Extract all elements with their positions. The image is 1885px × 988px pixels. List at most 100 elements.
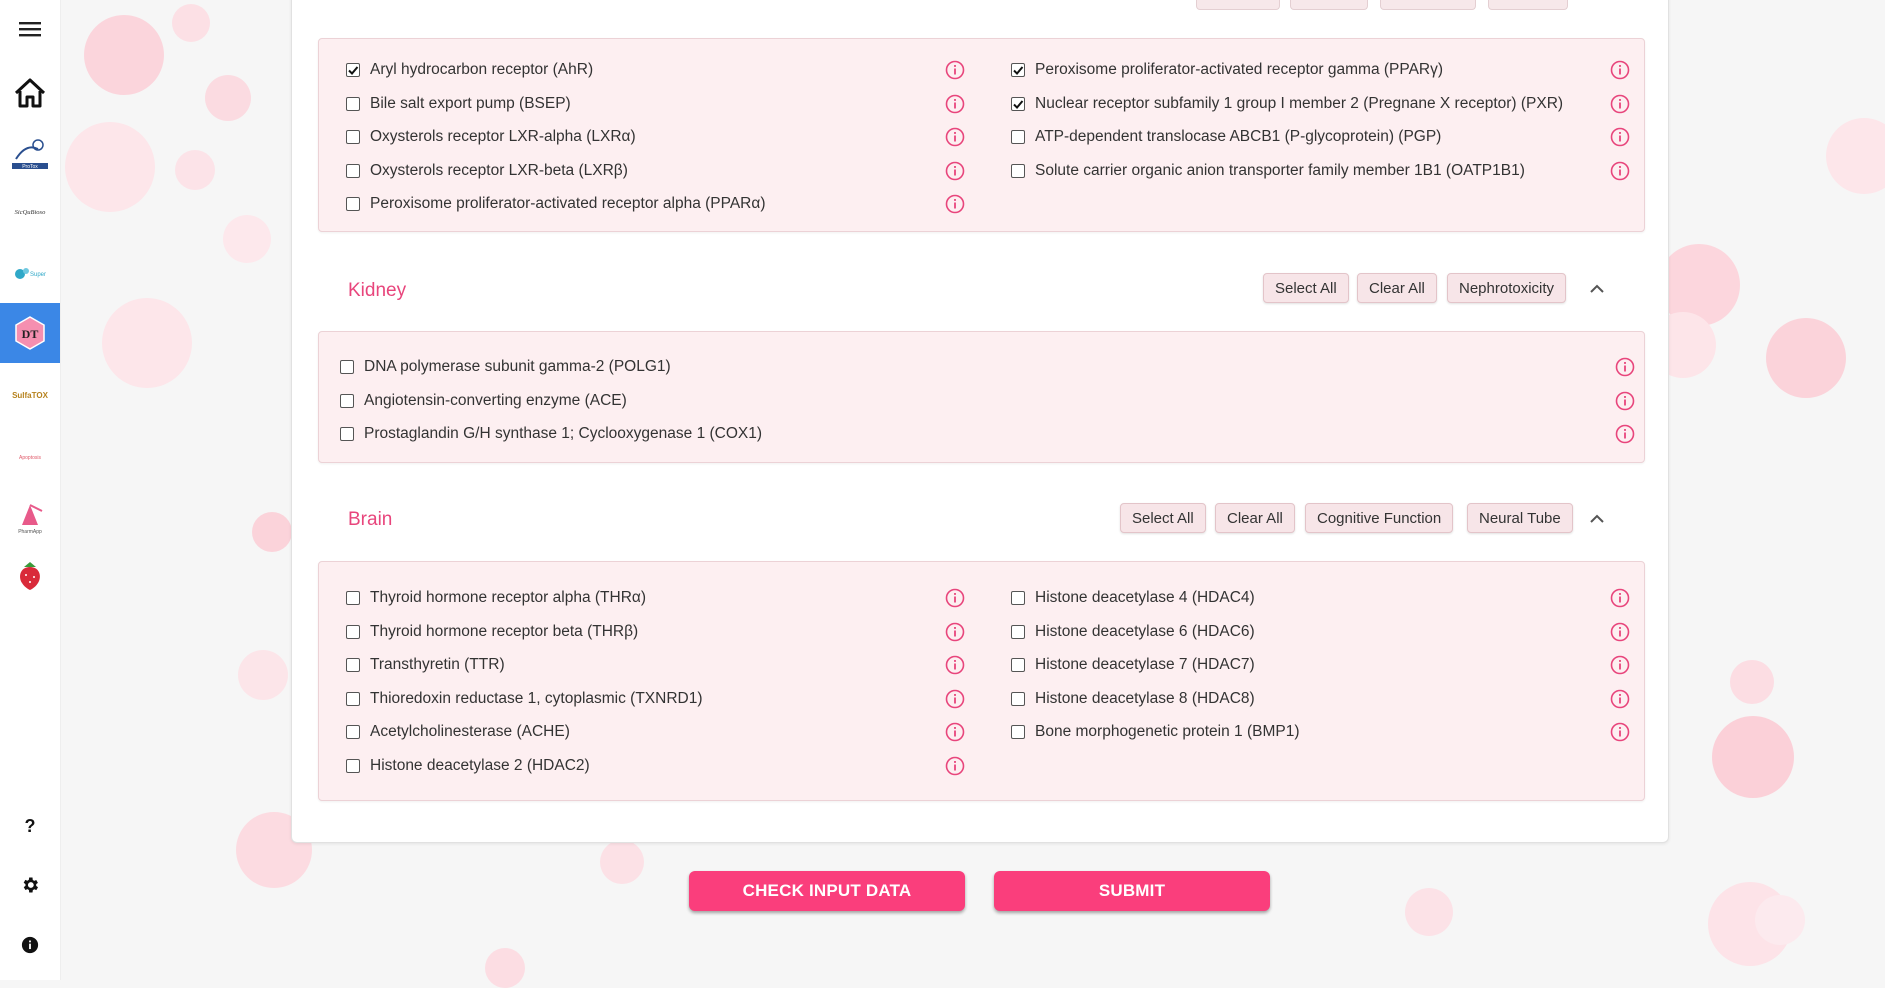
target-checkbox-row[interactable]: Bile salt export pump (BSEP) [346, 92, 571, 116]
neural-tube-button[interactable]: Neural Tube [1467, 503, 1573, 533]
target-checkbox-row[interactable]: Thyroid hormone receptor alpha (THRα) [346, 586, 646, 610]
target-checkbox[interactable] [1011, 163, 1025, 178]
app-logo-1[interactable]: ProTox [0, 126, 60, 184]
target-checkbox[interactable] [346, 130, 360, 144]
brain-collapse-chevron-up-icon[interactable] [1585, 507, 1609, 531]
target-info-icon[interactable] [1614, 390, 1636, 412]
app-logo-5[interactable]: SulfaTOX [0, 366, 60, 424]
target-info-icon[interactable] [944, 755, 966, 777]
nephrotoxicity-button[interactable]: Nephrotoxicity [1447, 273, 1567, 303]
cognitive-function-button[interactable]: Cognitive Function [1305, 503, 1454, 533]
target-info-icon[interactable] [1609, 587, 1631, 609]
help-button[interactable]: ? [0, 797, 60, 855]
target-info-icon[interactable] [1609, 93, 1631, 115]
target-info-icon[interactable] [944, 93, 966, 115]
gear-icon[interactable] [0, 856, 60, 914]
app-logo-8[interactable] [0, 546, 60, 604]
target-checkbox-row[interactable]: Peroxisome proliferator-activated recept… [1011, 58, 1443, 82]
target-checkbox[interactable] [346, 63, 360, 77]
target-checkbox-row[interactable]: Thyroid hormone receptor beta (THRβ) [346, 620, 638, 644]
home-icon[interactable] [0, 64, 60, 122]
target-info-icon[interactable] [1609, 654, 1631, 676]
kidney-section-title: Kidney [348, 280, 407, 301]
target-checkbox-row[interactable]: Histone deacetylase 2 (HDAC2) [346, 754, 590, 778]
target-checkbox-row[interactable]: Prostaglandin G/H synthase 1; Cyclooxyge… [340, 422, 762, 446]
app-logo-3[interactable]: Super [0, 245, 60, 303]
target-info-icon[interactable] [944, 193, 966, 215]
target-checkbox-row[interactable]: Angiotensin-converting enzyme (ACE) [340, 389, 627, 413]
target-info-icon[interactable] [944, 160, 966, 182]
target-info-icon[interactable] [1609, 688, 1631, 710]
target-checkbox[interactable] [1011, 691, 1025, 706]
app-logo-6[interactable]: Apoptosis [0, 428, 60, 486]
target-checkbox-row[interactable]: ATP-dependent translocase ABCB1 (P-glyco… [1011, 125, 1441, 149]
target-info-icon[interactable] [944, 59, 966, 81]
target-checkbox[interactable] [1011, 96, 1025, 111]
target-checkbox[interactable] [340, 393, 354, 408]
target-info-icon[interactable] [1609, 59, 1631, 81]
target-checkbox[interactable] [1011, 658, 1025, 672]
target-info-icon[interactable] [944, 688, 966, 710]
target-checkbox-row[interactable]: Oxysterols receptor LXR-alpha (LXRα) [346, 125, 636, 149]
partial-header-button[interactable] [1196, 0, 1280, 10]
app-logo-7[interactable]: PharmApp [0, 488, 60, 546]
hamburger-menu-icon[interactable] [0, 0, 60, 58]
target-checkbox[interactable] [346, 658, 360, 672]
partial-header-button[interactable] [1290, 0, 1368, 10]
app-logo-4[interactable]: DT [0, 303, 60, 363]
target-checkbox[interactable] [340, 427, 354, 441]
target-checkbox[interactable] [346, 163, 360, 178]
target-info-icon[interactable] [1609, 126, 1631, 148]
target-checkbox-row[interactable]: Histone deacetylase 4 (HDAC4) [1011, 586, 1255, 610]
target-checkbox-row[interactable]: Nuclear receptor subfamily 1 group I mem… [1011, 92, 1563, 116]
target-info-icon[interactable] [944, 587, 966, 609]
target-checkbox[interactable] [346, 758, 360, 773]
target-checkbox-row[interactable]: Oxysterols receptor LXR-beta (LXRβ) [346, 159, 628, 183]
target-checkbox[interactable] [1011, 130, 1025, 144]
target-checkbox[interactable] [346, 197, 360, 211]
target-info-icon[interactable] [1609, 621, 1631, 643]
target-checkbox[interactable] [346, 96, 360, 111]
target-checkbox-row[interactable]: Histone deacetylase 7 (HDAC7) [1011, 653, 1255, 677]
target-info-icon[interactable] [944, 654, 966, 676]
target-label: Thyroid hormone receptor beta (THRβ) [370, 622, 639, 640]
target-info-icon[interactable] [1614, 423, 1636, 445]
brain-select-all-button[interactable]: Select All [1120, 503, 1206, 533]
target-checkbox-row[interactable]: Histone deacetylase 8 (HDAC8) [1011, 687, 1255, 711]
target-checkbox-row[interactable]: Thioredoxin reductase 1, cytoplasmic (TX… [346, 687, 703, 711]
submit-button[interactable]: SUBMIT [994, 871, 1270, 911]
target-checkbox[interactable] [346, 725, 360, 739]
target-info-icon[interactable] [944, 721, 966, 743]
target-checkbox-row[interactable]: DNA polymerase subunit gamma-2 (POLG1) [340, 355, 671, 379]
target-info-icon[interactable] [944, 621, 966, 643]
kidney-clear-all-button[interactable]: Clear All [1357, 273, 1437, 303]
app-logo-2[interactable]: SiсQuBioso [0, 183, 60, 241]
partial-header-button[interactable] [1380, 0, 1476, 10]
target-checkbox[interactable] [346, 624, 360, 639]
brain-clear-all-button[interactable]: Clear All [1215, 503, 1295, 533]
target-checkbox-row[interactable]: Acetylcholinesterase (ACHE) [346, 720, 570, 744]
target-checkbox[interactable] [346, 691, 360, 706]
target-info-icon[interactable] [1609, 160, 1631, 182]
kidney-select-all-button[interactable]: Select All [1263, 273, 1349, 303]
target-checkbox-row[interactable]: Peroxisome proliferator-activated recept… [346, 192, 765, 216]
target-info-icon[interactable] [1609, 721, 1631, 743]
target-checkbox-row[interactable]: Bone morphogenetic protein 1 (BMP1) [1011, 720, 1300, 744]
target-checkbox[interactable] [346, 591, 360, 605]
target-checkbox[interactable] [1011, 725, 1025, 739]
target-checkbox-row[interactable]: Solute carrier organic anion transporter… [1011, 159, 1525, 183]
target-checkbox[interactable] [1011, 63, 1025, 77]
check-input-data-button[interactable]: CHECK INPUT DATA [689, 871, 965, 911]
kidney-collapse-chevron-up-icon[interactable] [1585, 277, 1609, 301]
target-info-icon[interactable] [1614, 356, 1636, 378]
target-info-icon[interactable] [944, 126, 966, 148]
target-checkbox-row[interactable]: Transthyretin (TTR) [346, 653, 505, 677]
target-checkbox[interactable] [340, 360, 354, 374]
target-label: Oxysterols receptor LXR-alpha (LXRα) [370, 128, 636, 145]
info-icon[interactable] [0, 916, 60, 974]
target-checkbox[interactable] [1011, 591, 1025, 605]
target-checkbox-row[interactable]: Aryl hydrocarbon receptor (AhR) [346, 58, 593, 82]
partial-header-button[interactable] [1488, 0, 1568, 10]
target-checkbox[interactable] [1011, 624, 1025, 639]
target-checkbox-row[interactable]: Histone deacetylase 6 (HDAC6) [1011, 620, 1255, 644]
